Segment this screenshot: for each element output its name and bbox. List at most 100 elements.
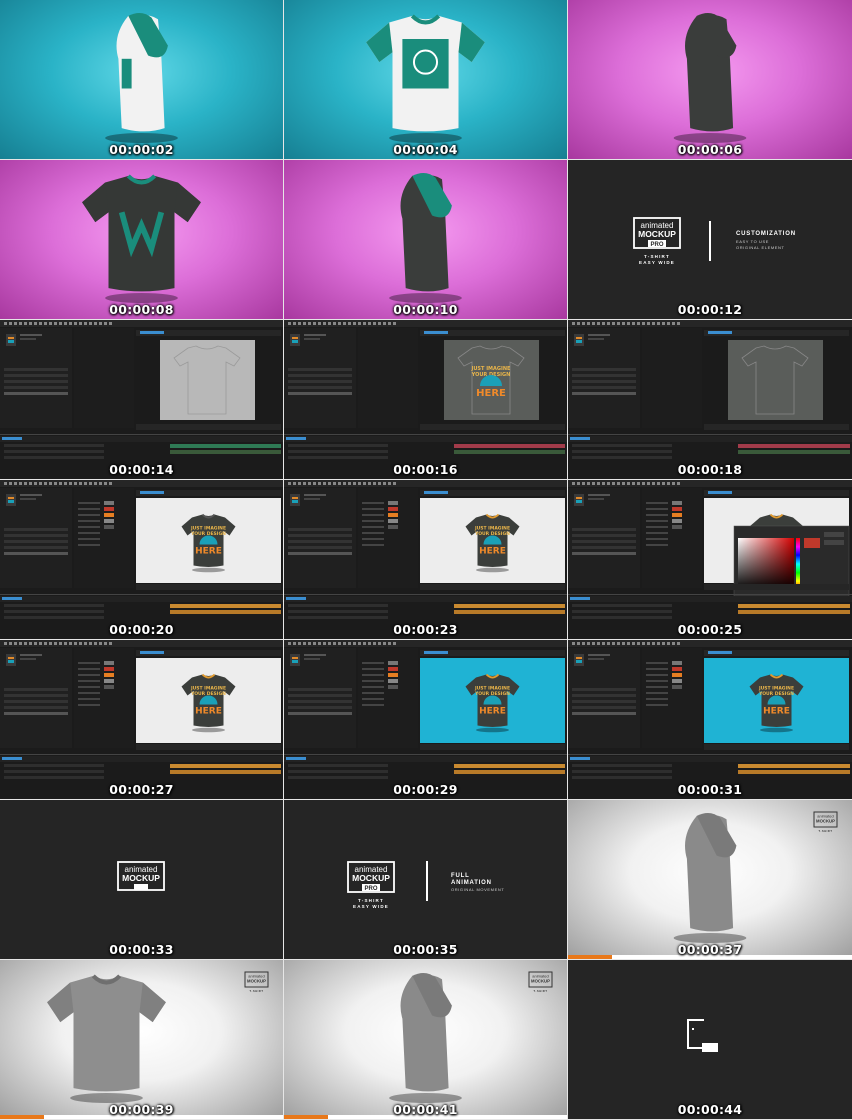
tshirt-front-icon <box>47 974 166 1092</box>
brand-logo: animated MOCKUP PRO T-SHIRT EASY WIDE <box>633 217 681 265</box>
svg-text:MOCKUP: MOCKUP <box>122 873 160 883</box>
tshirt-front-icon <box>82 174 201 292</box>
frame-artwork: animated MOCKUP T-SHIRT <box>673 811 838 943</box>
frame-timestamp: 00:00:27 <box>109 782 174 797</box>
frame-artwork: JUST IMAGINE YOUR DESIGN HERE <box>568 480 852 619</box>
video-frame-00-00-20[interactable]: JUST IMAGINE YOUR DESIGN HERE 00:00:20 <box>0 480 283 639</box>
video-frame-00-00-37[interactable]: animated MOCKUP T-SHIRT 00:00:37 <box>568 800 852 959</box>
video-frame-00-00-31[interactable]: JUST IMAGINE YOUR DESIGN HERE 00:00:31 <box>568 640 852 799</box>
end-logo-mark <box>687 1019 718 1052</box>
svg-text:HERE: HERE <box>195 547 222 557</box>
frame-timestamp: 00:00:29 <box>393 782 458 797</box>
svg-text:JUST IMAGINE: JUST IMAGINE <box>758 686 794 692</box>
video-frame-00-00-16[interactable]: JUST IMAGINE YOUR DESIGN HERE 00:00:16 <box>284 320 567 479</box>
frame-artwork <box>389 172 462 303</box>
svg-text:JUST IMAGINE: JUST IMAGINE <box>190 686 226 692</box>
svg-text:animated: animated <box>248 974 264 979</box>
svg-text:ORIGINAL ELEMENT: ORIGINAL ELEMENT <box>736 245 785 250</box>
frame-artwork: animated MOCKUP <box>117 861 165 891</box>
frame-timestamp: 00:00:10 <box>393 302 458 317</box>
brand-logo: animated MOCKUP PRO T-SHIRT EASY WIDE <box>347 861 395 909</box>
video-frame-00-00-10[interactable]: 00:00:10 <box>284 160 567 319</box>
frame-timestamp: 00:00:39 <box>109 1102 174 1117</box>
frame-timestamp: 00:00:06 <box>677 142 743 157</box>
svg-text:T-SHIRT: T-SHIRT <box>250 990 264 993</box>
video-frame-00-00-18[interactable]: 00:00:18 <box>568 320 852 479</box>
tshirt-side-icon <box>400 972 452 1092</box>
frame-timestamp: 00:00:02 <box>109 142 174 157</box>
video-frame-00-00-41[interactable]: animated MOCKUP T-SHIRT 00:00:41 <box>284 960 567 1119</box>
frame-artwork: animated MOCKUP T-SHIRT <box>47 971 269 1103</box>
svg-text:T-SHIRT: T-SHIRT <box>358 898 384 903</box>
video-frame-00-00-27[interactable]: JUST IMAGINE YOUR DESIGN HERE 00:00:27 <box>0 640 283 799</box>
svg-text:HERE: HERE <box>195 707 222 717</box>
svg-text:MOCKUP: MOCKUP <box>531 979 550 984</box>
svg-text:EASY TO USE: EASY TO USE <box>736 239 769 244</box>
video-frame-00-00-29[interactable]: JUST IMAGINE YOUR DESIGN HERE 00:00:29 <box>284 640 567 799</box>
frame-artwork: animated MOCKUP T-SHIRT <box>389 971 553 1103</box>
svg-text:T-SHIRT: T-SHIRT <box>819 830 833 833</box>
svg-text:CUSTOMIZATION: CUSTOMIZATION <box>736 231 796 237</box>
svg-text:JUST IMAGINE: JUST IMAGINE <box>474 526 510 532</box>
video-frame-00-00-08[interactable]: 00:00:08 <box>0 160 283 319</box>
svg-text:ANIMATION: ANIMATION <box>451 880 492 886</box>
frame-timestamp: 00:00:25 <box>677 622 743 637</box>
video-frame-00-00-35[interactable]: animated MOCKUP PRO T-SHIRT EASY WIDE FU… <box>284 800 567 959</box>
svg-text:EASY WIDE: EASY WIDE <box>353 904 389 909</box>
video-frame-00-00-14[interactable]: 00:00:14 <box>0 320 283 479</box>
video-frame-00-00-04[interactable]: 00:00:04 <box>284 0 567 159</box>
tshirt-side-icon <box>116 12 168 132</box>
frame-timestamp: 00:00:18 <box>677 462 743 477</box>
svg-text:HERE: HERE <box>763 707 790 717</box>
frame-artwork: JUST IMAGINE YOUR DESIGN HERE <box>284 480 567 619</box>
svg-text:MOCKUP: MOCKUP <box>816 819 835 824</box>
svg-text:T-SHIRT: T-SHIRT <box>644 254 670 259</box>
video-frame-00-00-12[interactable]: animated MOCKUP PRO T-SHIRT EASY WIDE CU… <box>568 160 852 319</box>
svg-text:PRO: PRO <box>364 886 377 892</box>
brand-logo: animated MOCKUP <box>117 861 165 891</box>
frame-artwork: JUST IMAGINE YOUR DESIGN HERE <box>284 320 567 459</box>
frame-timestamp: 00:00:33 <box>109 942 174 957</box>
frame-artwork <box>0 320 283 459</box>
frame-artwork: JUST IMAGINE YOUR DESIGN HERE <box>0 640 283 779</box>
svg-text:JUST IMAGINE: JUST IMAGINE <box>190 526 226 532</box>
frame-artwork <box>687 1019 718 1052</box>
frame-artwork: JUST IMAGINE YOUR DESIGN HERE <box>284 640 567 779</box>
frame-artwork <box>568 320 852 459</box>
svg-text:MOCKUP: MOCKUP <box>638 229 676 239</box>
frame-timestamp: 00:00:20 <box>109 622 174 637</box>
frame-timestamp: 00:00:35 <box>393 942 458 957</box>
tshirt-front-icon <box>366 14 485 132</box>
video-frame-00-00-06[interactable]: 00:00:06 <box>568 0 852 159</box>
svg-text:HERE: HERE <box>476 388 506 399</box>
frame-artwork: JUST IMAGINE YOUR DESIGN HERE <box>568 640 852 779</box>
frame-artwork: animated MOCKUP PRO T-SHIRT EASY WIDE CU… <box>633 217 796 265</box>
svg-text:JUST IMAGINE: JUST IMAGINE <box>474 686 510 692</box>
frame-timestamp: 00:00:37 <box>677 942 743 957</box>
video-frame-00-00-44[interactable]: 00:00:44 <box>568 960 852 1119</box>
svg-text:MOCKUP: MOCKUP <box>247 979 266 984</box>
frame-artwork <box>366 14 485 143</box>
frame-timestamp: 00:00:41 <box>393 1102 458 1117</box>
svg-text:T-SHIRT: T-SHIRT <box>534 990 548 993</box>
frame-grid: 00:00:02 00:00:04 00:00:06 00:00:08 00:0… <box>0 0 852 1120</box>
video-frame-00-00-33[interactable]: animated MOCKUP 00:00:33 <box>0 800 283 959</box>
frame-timestamp: 00:00:16 <box>393 462 458 477</box>
frame-timestamp: 00:00:12 <box>677 302 743 317</box>
tshirt-side-icon <box>685 812 737 932</box>
svg-text:ORIGINAL MOVEMENT: ORIGINAL MOVEMENT <box>451 887 504 892</box>
video-frame-00-00-25[interactable]: JUST IMAGINE YOUR DESIGN HERE <box>568 480 852 639</box>
svg-text:HERE: HERE <box>479 707 506 717</box>
frame-timestamp: 00:00:08 <box>109 302 174 317</box>
tshirt-side-icon <box>400 172 452 292</box>
video-frame-00-00-02[interactable]: 00:00:02 <box>0 0 283 159</box>
video-frame-00-00-23[interactable]: JUST IMAGINE YOUR DESIGN HERE 00:00:23 <box>284 480 567 639</box>
frame-artwork: animated MOCKUP PRO T-SHIRT EASY WIDE FU… <box>347 861 504 909</box>
frame-timestamp: 00:00:23 <box>393 622 458 637</box>
frame-timestamp: 00:00:31 <box>677 782 743 797</box>
frame-timestamp: 00:00:04 <box>393 142 458 157</box>
frame-artwork <box>82 174 201 303</box>
svg-text:EASY WIDE: EASY WIDE <box>639 260 675 265</box>
video-frame-00-00-39[interactable]: animated MOCKUP T-SHIRT 00:00:39 <box>0 960 283 1119</box>
frame-artwork <box>673 12 747 143</box>
